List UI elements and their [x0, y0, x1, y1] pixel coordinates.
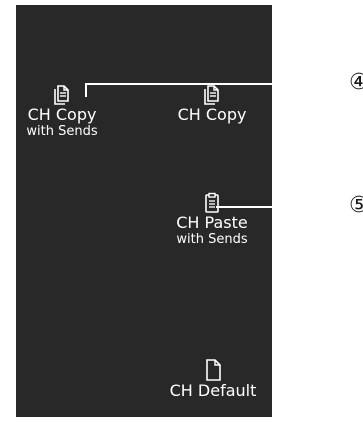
ch-default-button[interactable]: CH Default: [158, 358, 268, 400]
callout-5-number: ⑤: [349, 193, 363, 218]
callout-4-leader-horizontal: [85, 83, 349, 85]
callout-5-leader: [216, 206, 349, 208]
ch-default-label: CH Default: [169, 381, 257, 400]
ch-copy-label: CH Copy: [177, 105, 247, 124]
ch-copy-with-sends-button[interactable]: CH Copy with Sends: [14, 82, 110, 139]
ch-paste-with-sends-sublabel: with Sends: [176, 232, 248, 247]
ch-paste-with-sends-label: CH Paste: [176, 213, 248, 232]
ch-paste-with-sends-button[interactable]: CH Paste with Sends: [162, 192, 262, 247]
ch-copy-with-sends-sublabel: with Sends: [26, 124, 98, 139]
copy-icon: [54, 85, 69, 105]
ch-copy-button[interactable]: CH Copy: [162, 82, 262, 124]
ch-copy-with-sends-label: CH Copy: [27, 105, 97, 124]
callout-4-number: ④: [349, 70, 363, 95]
callout-4-leader-vertical: [85, 83, 87, 97]
copy-icon: [204, 85, 219, 105]
clipboard-icon: [205, 192, 219, 213]
document-icon: [206, 359, 221, 381]
